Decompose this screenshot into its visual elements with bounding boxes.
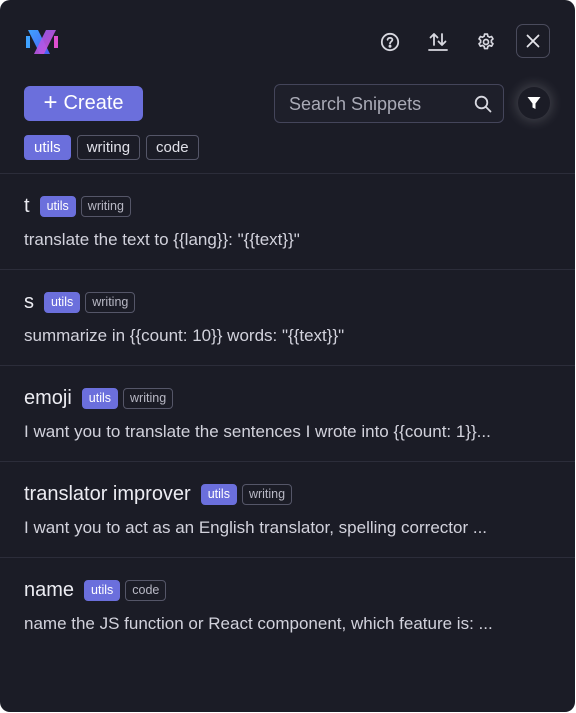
header: [0, 0, 575, 84]
close-icon: [526, 34, 540, 48]
snippet-list: t utils writing translate the text to {{lan…: [0, 173, 575, 653]
snippet-header: t utils writing: [24, 193, 131, 219]
snippet-tag-utils: utils: [84, 579, 121, 601]
filter-tag-utils[interactable]: utils: [24, 135, 71, 160]
snippet-tag-utils: utils: [39, 195, 76, 217]
filter-tags: utils writing code: [24, 135, 199, 160]
search-box: [274, 84, 504, 124]
gear-icon: [478, 33, 494, 50]
question-circle-icon: [380, 32, 400, 52]
settings-button[interactable]: [469, 25, 503, 59]
help-button[interactable]: [373, 25, 407, 59]
create-button[interactable]: + Create: [24, 86, 143, 121]
snippet-header: s utils writing: [24, 289, 136, 315]
arrows-up-down-icon: [428, 33, 448, 51]
snippet-tag-utils: utils: [44, 291, 81, 313]
snippet-tag-writing: writing: [80, 195, 131, 217]
snippet-row[interactable]: t utils writing translate the text to {{lan…: [0, 174, 575, 270]
snippet-tag-writing: writing: [123, 387, 174, 409]
snippet-row[interactable]: name utils code name the JS function or Rea…: [0, 558, 575, 653]
snippet-title: name: [24, 578, 75, 601]
snippet-body: name the JS function or React component,…: [24, 614, 493, 633]
plus-icon: +: [43, 88, 58, 116]
snippet-tag-utils: utils: [200, 483, 237, 505]
snippet-body: I want you to act as an English translat…: [24, 518, 488, 537]
snippet-title: translator improver: [24, 482, 191, 505]
snippet-header: emoji utils writing: [24, 385, 174, 411]
search-input[interactable]: [287, 85, 471, 124]
snippet-row[interactable]: s utils writing summarize in {{count: 10}} …: [0, 270, 575, 366]
snippet-body: summarize in {{count: 10}} words: "{{tex…: [24, 326, 345, 345]
snippet-tag-code: code: [125, 579, 167, 601]
search-icon[interactable]: [473, 94, 493, 114]
snippet-row[interactable]: translator improver utils writing I want yo…: [0, 462, 575, 558]
snippet-tag-writing: writing: [241, 483, 293, 505]
snippet-title: s: [24, 290, 34, 313]
filter-tag-writing[interactable]: writing: [76, 135, 141, 160]
snippet-body: I want you to translate the sentences I …: [24, 422, 491, 441]
snippet-title: t: [24, 194, 30, 217]
snippet-tag-writing: writing: [85, 291, 136, 313]
filter-tag-code[interactable]: code: [146, 135, 199, 160]
create-label: Create: [63, 92, 124, 114]
snippets-panel: + Create utilswritingcode tutilswritingt…: [0, 0, 575, 712]
snippet-title: emoji: [24, 386, 72, 409]
snippet-header: translator improver utils writing: [24, 481, 293, 507]
close-button[interactable]: [516, 24, 550, 58]
x-logo-icon: [26, 30, 58, 54]
snippet-tag-utils: utils: [81, 387, 119, 409]
filter-button[interactable]: [518, 87, 550, 119]
snippet-row[interactable]: emoji utils writing I want you to translate…: [0, 366, 575, 462]
import-export-button[interactable]: [421, 25, 455, 59]
filter-icon: [527, 97, 541, 109]
snippet-header: name utils code: [24, 577, 167, 603]
snippet-body: translate the text to {{lang}}: "{{text}…: [24, 230, 300, 249]
